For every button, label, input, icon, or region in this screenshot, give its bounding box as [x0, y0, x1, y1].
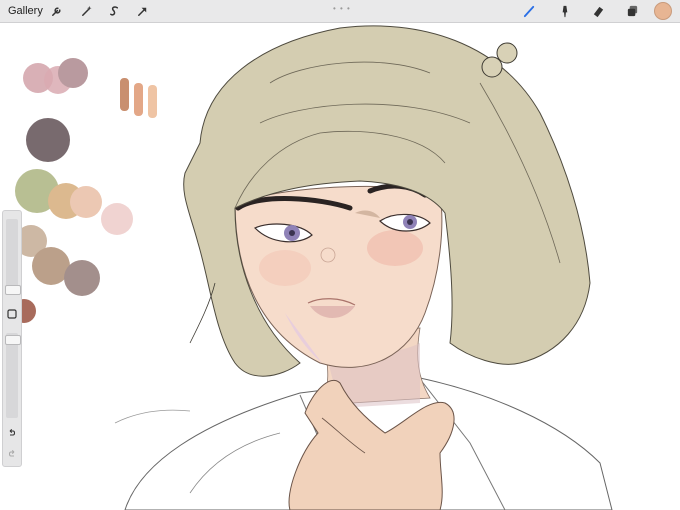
brush-size-knob[interactable]: [5, 285, 21, 295]
opacity-knob[interactable]: [5, 335, 21, 345]
opacity-slider[interactable]: [5, 333, 21, 418]
undo-icon[interactable]: [4, 425, 20, 439]
left-sidebar: [2, 210, 22, 467]
selection-icon[interactable]: [106, 3, 122, 19]
adjustments-magic-wand-icon[interactable]: [78, 3, 94, 19]
color-picker-swatch[interactable]: [654, 2, 672, 20]
color-palette-blobs: [12, 58, 157, 323]
brush-icon[interactable]: [521, 3, 537, 19]
eraser-icon[interactable]: [590, 3, 606, 19]
top-toolbar: Gallery • • •: [0, 0, 680, 23]
brush-size-slider[interactable]: [5, 219, 21, 295]
actions-wrench-icon[interactable]: [48, 3, 64, 19]
gallery-button[interactable]: Gallery: [8, 3, 43, 19]
layers-icon[interactable]: [624, 3, 640, 19]
sketch-line: [114, 409, 191, 424]
transform-arrow-icon[interactable]: [134, 3, 150, 19]
redo-icon[interactable]: [4, 446, 20, 460]
window-grabber[interactable]: • • •: [333, 4, 351, 13]
modifier-square-icon[interactable]: [4, 307, 20, 321]
drawing-canvas[interactable]: [0, 23, 680, 510]
smudge-icon[interactable]: [556, 3, 572, 19]
